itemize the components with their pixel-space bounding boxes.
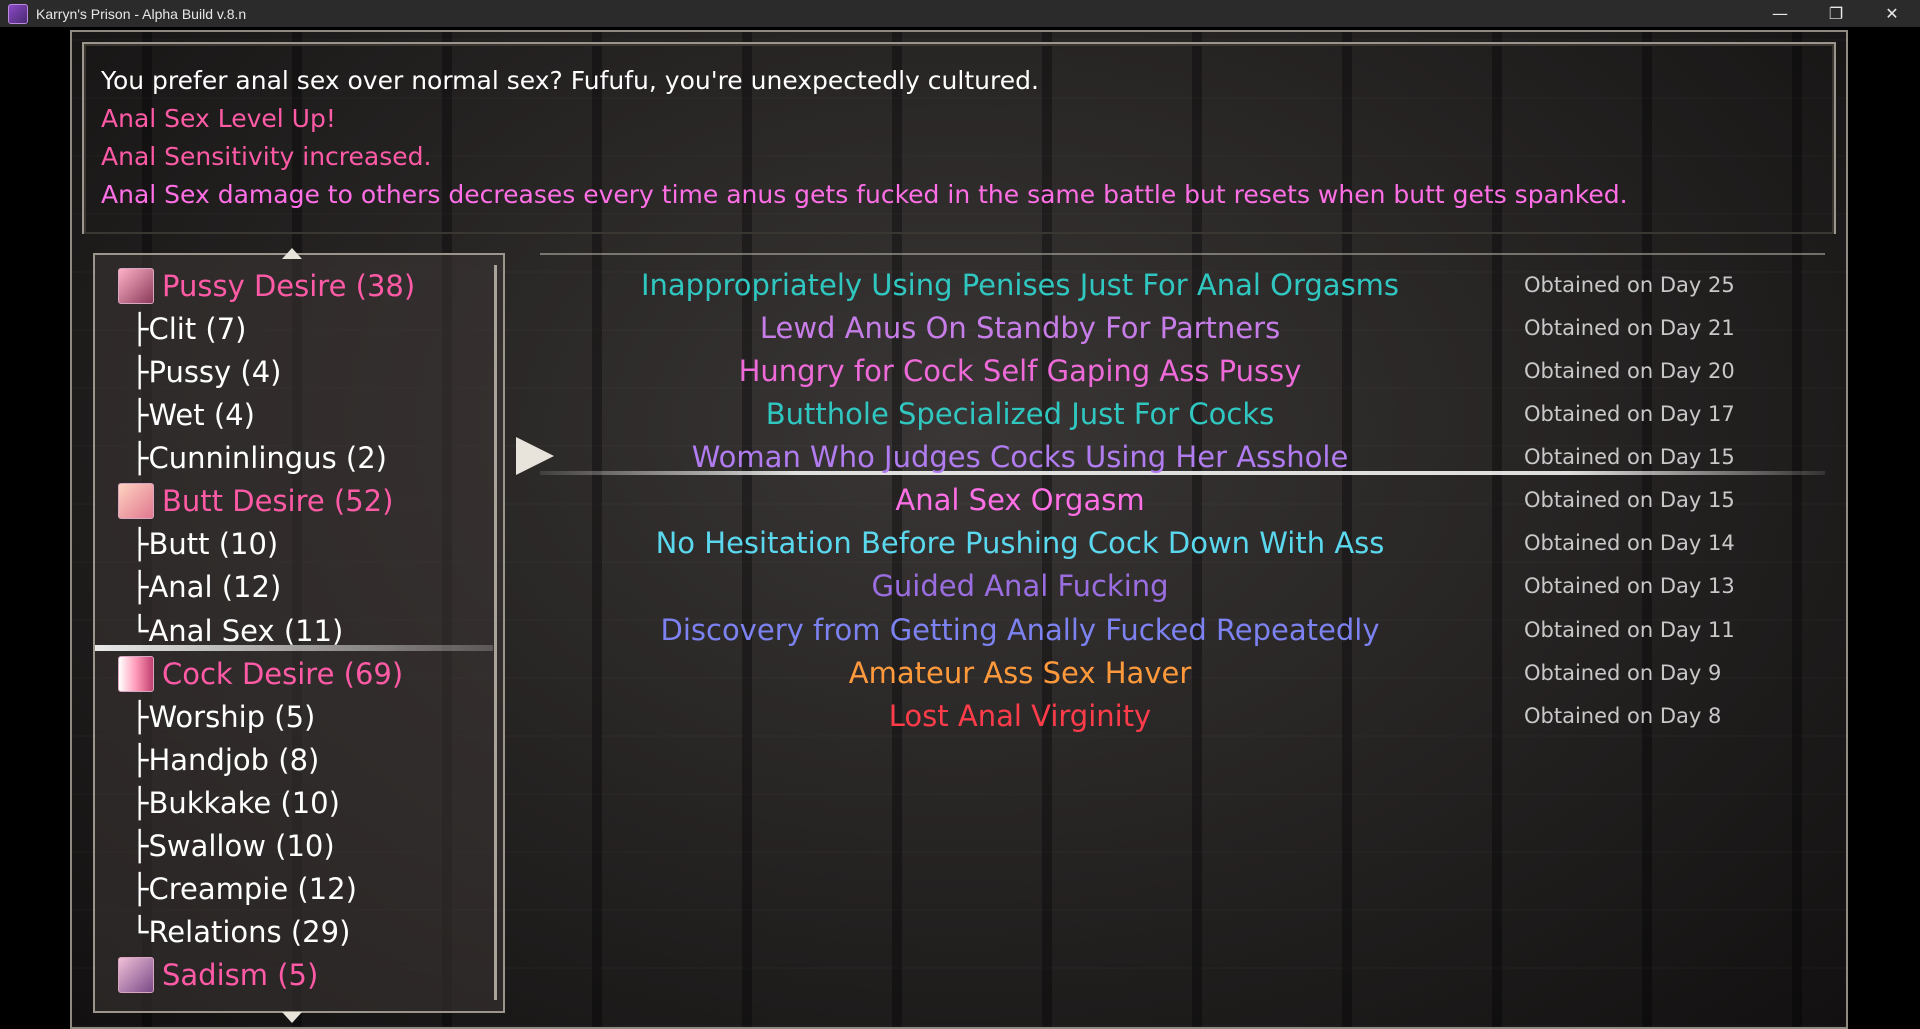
category-worship[interactable]: ├Worship (5) <box>131 695 315 738</box>
category-scrollbar[interactable] <box>494 265 497 1000</box>
title-row[interactable]: Anal Sex Orgasm Obtained on Day 15 <box>540 479 1825 522</box>
category-pussy-desire[interactable]: Pussy Desire (38) <box>118 264 415 307</box>
title-name: Discovery from Getting Anally Fucked Rep… <box>660 613 1380 647</box>
category-sadism[interactable]: Sadism (5) <box>118 953 318 996</box>
category-cock-desire[interactable]: Cock Desire (69) <box>118 652 403 695</box>
title-name: Anal Sex Orgasm <box>895 483 1145 517</box>
category-pussy[interactable]: ├Pussy (4) <box>131 350 282 393</box>
title-obtained-date: Obtained on Day 15 <box>1524 488 1735 512</box>
category-wet[interactable]: ├Wet (4) <box>131 393 255 436</box>
title-name: Lost Anal Virginity <box>888 699 1152 733</box>
category-anal[interactable]: ├Anal (12) <box>131 565 281 608</box>
title-row[interactable]: Amateur Ass Sex Haver Obtained on Day 9 <box>540 652 1825 695</box>
category-label: Sadism (5) <box>162 957 319 992</box>
title-row[interactable]: Inappropriately Using Penises Just For A… <box>540 264 1825 307</box>
title-obtained-date: Obtained on Day 17 <box>1524 402 1735 426</box>
title-obtained-date: Obtained on Day 20 <box>1524 359 1735 383</box>
category-creampie[interactable]: ├Creampie (12) <box>131 867 357 910</box>
title-name: Amateur Ass Sex Haver <box>848 656 1192 690</box>
window-controls: — ❐ ✕ <box>1752 0 1920 27</box>
title-name: Butthole Specialized Just For Cocks <box>765 397 1275 431</box>
title-name: Hungry for Cock Self Gaping Ass Pussy <box>738 354 1302 388</box>
message-line: You prefer anal sex over normal sex? Fuf… <box>101 66 1039 95</box>
close-button[interactable]: ✕ <box>1864 0 1920 27</box>
title-name: Woman Who Judges Cocks Using Her Asshole <box>691 440 1349 474</box>
message-line: Anal Sex damage to others decreases ever… <box>101 180 1628 209</box>
title-row[interactable]: Butthole Specialized Just For Cocks Obta… <box>540 393 1825 436</box>
window-title-bar: Karryn's Prison - Alpha Build v.8.n — ❐ … <box>0 0 1920 27</box>
category-butt[interactable]: ├Butt (10) <box>131 522 278 565</box>
category-label: Pussy Desire (38) <box>162 268 416 303</box>
category-swallow[interactable]: ├Swallow (10) <box>131 824 335 867</box>
title-obtained-date: Obtained on Day 8 <box>1524 704 1722 728</box>
title-obtained-date: Obtained on Day 11 <box>1524 618 1735 642</box>
scroll-up-arrow-icon[interactable] <box>282 248 302 259</box>
title-row[interactable]: Lewd Anus On Standby For Partners Obtain… <box>540 307 1825 350</box>
category-label: Butt Desire (52) <box>162 483 394 518</box>
title-row[interactable]: Discovery from Getting Anally Fucked Rep… <box>540 609 1825 652</box>
title-obtained-date: Obtained on Day 21 <box>1524 316 1735 340</box>
app-icon <box>8 3 28 24</box>
title-name: Guided Anal Fucking <box>871 569 1169 603</box>
maximize-button[interactable]: ❐ <box>1808 0 1864 27</box>
title-obtained-date: Obtained on Day 15 <box>1524 445 1735 469</box>
title-row[interactable]: Lost Anal Virginity Obtained on Day 8 <box>540 695 1825 738</box>
category-handjob[interactable]: ├Handjob (8) <box>131 738 319 781</box>
cock-desire-icon <box>118 655 154 692</box>
title-obtained-date: Obtained on Day 25 <box>1524 273 1735 297</box>
title-name: Lewd Anus On Standby For Partners <box>759 311 1281 345</box>
sadism-icon <box>118 956 154 993</box>
scroll-down-arrow-icon[interactable] <box>282 1012 302 1023</box>
butt-desire-icon <box>118 482 154 519</box>
title-row[interactable]: Guided Anal Fucking Obtained on Day 13 <box>540 565 1825 608</box>
category-relations[interactable]: └Relations (29) <box>131 910 350 953</box>
category-label: Cock Desire (69) <box>162 656 404 691</box>
category-bukkake[interactable]: ├Bukkake (10) <box>131 781 340 824</box>
minimize-button[interactable]: — <box>1752 0 1808 27</box>
pussy-desire-icon <box>118 267 154 304</box>
title-row[interactable]: No Hesitation Before Pushing Cock Down W… <box>540 522 1825 565</box>
message-line: Anal Sex Level Up! <box>101 104 336 133</box>
category-butt-desire[interactable]: Butt Desire (52) <box>118 479 393 522</box>
message-line: Anal Sensitivity increased. <box>101 142 432 171</box>
category-clit[interactable]: ├Clit (7) <box>131 307 247 350</box>
title-row-selected[interactable]: Woman Who Judges Cocks Using Her Asshole… <box>540 436 1825 479</box>
title-row[interactable]: Hungry for Cock Self Gaping Ass Pussy Ob… <box>540 350 1825 393</box>
title-name: Inappropriately Using Penises Just For A… <box>640 268 1400 302</box>
title-name: No Hesitation Before Pushing Cock Down W… <box>655 526 1385 560</box>
title-obtained-date: Obtained on Day 9 <box>1524 661 1722 685</box>
category-anal-sex[interactable]: └Anal Sex (11) <box>131 609 343 652</box>
title-obtained-date: Obtained on Day 14 <box>1524 531 1735 555</box>
window-title: Karryn's Prison - Alpha Build v.8.n <box>36 5 247 22</box>
message-box: You prefer anal sex over normal sex? Fuf… <box>101 62 1801 214</box>
category-cunninlingus[interactable]: ├Cunninlingus (2) <box>131 436 387 479</box>
title-obtained-date: Obtained on Day 13 <box>1524 574 1735 598</box>
